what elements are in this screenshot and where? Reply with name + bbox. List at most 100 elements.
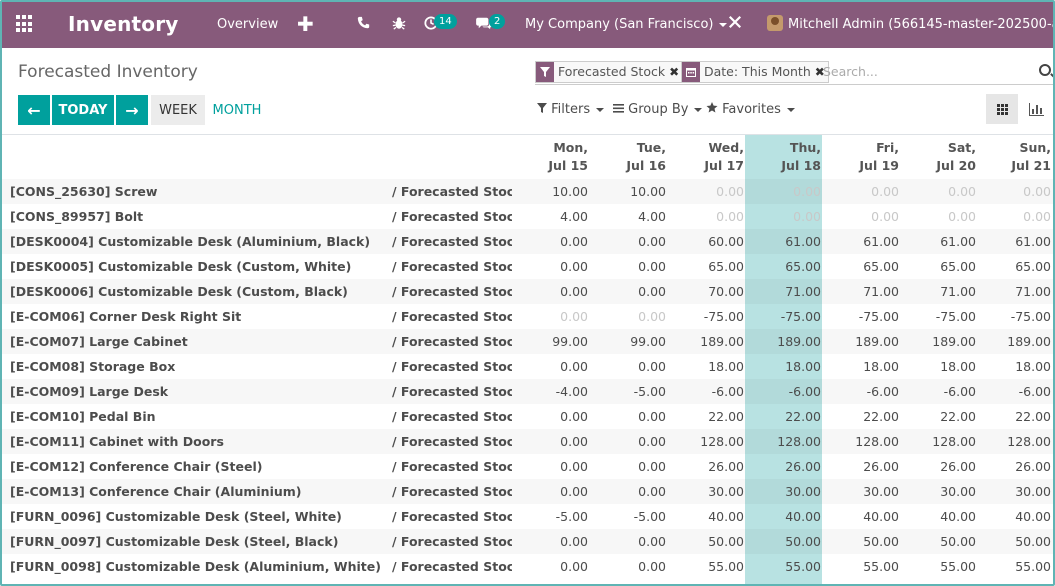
forecast-cell[interactable]: 0.00 — [512, 479, 590, 504]
forecast-cell[interactable]: 0.00 — [590, 554, 668, 579]
avatar[interactable] — [767, 15, 783, 31]
forecast-cell[interactable]: 0.00 — [590, 429, 668, 454]
forecast-cell[interactable]: 30.00 — [978, 479, 1053, 504]
forecast-cell[interactable]: 4.00 — [512, 204, 590, 229]
forecast-cell[interactable]: 22.00 — [978, 404, 1053, 429]
forecast-cell[interactable]: 55.00 — [668, 554, 746, 579]
forecast-cell[interactable]: 65.00 — [823, 254, 901, 279]
forecast-cell[interactable]: 99.00 — [512, 329, 590, 354]
forecast-cell[interactable]: 50.00 — [668, 529, 746, 554]
forecast-cell[interactable]: 0.00 — [590, 529, 668, 554]
forecast-cell[interactable]: 0.00 — [978, 179, 1053, 204]
graph-view-button[interactable] — [1020, 94, 1052, 124]
forecast-cell[interactable]: 65.00 — [668, 254, 746, 279]
forecast-cell[interactable]: 55.00 — [978, 554, 1053, 579]
forecast-cell[interactable]: 55.00 — [901, 554, 978, 579]
forecast-cell[interactable]: -6.00 — [668, 379, 746, 404]
forecast-cell[interactable]: -75.00 — [668, 304, 746, 329]
group-by-dropdown[interactable]: Group By — [613, 102, 703, 117]
week-range-button[interactable]: WEEK — [151, 95, 205, 125]
forecast-cell[interactable]: -75.00 — [823, 304, 901, 329]
forecast-cell[interactable]: 50.00 — [746, 529, 823, 554]
forecast-cell[interactable]: 60.00 — [668, 229, 746, 254]
forecast-cell[interactable]: 0.00 — [901, 179, 978, 204]
forecast-cell[interactable]: 0.00 — [590, 254, 668, 279]
forecast-cell[interactable]: 26.00 — [901, 454, 978, 479]
forecast-cell[interactable]: 0.00 — [590, 354, 668, 379]
forecast-cell[interactable]: 30.00 — [668, 479, 746, 504]
forecast-cell[interactable]: 55.00 — [823, 554, 901, 579]
forecast-cell[interactable]: 128.00 — [823, 429, 901, 454]
forecast-cell[interactable]: 0.00 — [590, 479, 668, 504]
forecast-cell[interactable]: 18.00 — [746, 354, 823, 379]
forecast-cell[interactable]: 70.00 — [668, 279, 746, 304]
next-period-button[interactable]: → — [116, 95, 148, 125]
forecast-cell[interactable]: 4.00 — [590, 204, 668, 229]
forecast-cell[interactable]: 30.00 — [823, 479, 901, 504]
forecast-cell[interactable]: 26.00 — [668, 454, 746, 479]
forecast-cell[interactable]: 22.00 — [901, 404, 978, 429]
forecast-cell[interactable]: 22.00 — [746, 404, 823, 429]
forecast-cell[interactable]: 0.00 — [512, 529, 590, 554]
forecast-cell[interactable]: 50.00 — [901, 529, 978, 554]
forecast-cell[interactable]: 18.00 — [823, 354, 901, 379]
forecast-cell[interactable]: 18.00 — [978, 354, 1053, 379]
forecast-cell[interactable]: 40.00 — [746, 504, 823, 529]
forecast-cell[interactable]: 99.00 — [590, 329, 668, 354]
forecast-cell[interactable]: 65.00 — [746, 254, 823, 279]
forecast-cell[interactable]: 128.00 — [978, 429, 1053, 454]
user-menu[interactable]: Mitchell Admin (566145-master-202500-all… — [788, 17, 1053, 32]
forecast-cell[interactable]: 40.00 — [978, 504, 1053, 529]
forecast-cell[interactable]: 50.00 — [978, 529, 1053, 554]
filters-dropdown[interactable]: Filters — [537, 102, 605, 117]
forecast-cell[interactable]: 0.00 — [512, 354, 590, 379]
forecast-cell[interactable]: 189.00 — [901, 329, 978, 354]
forecast-cell[interactable]: 10.00 — [590, 179, 668, 204]
forecast-cell[interactable]: 189.00 — [746, 329, 823, 354]
forecast-cell[interactable]: 61.00 — [823, 229, 901, 254]
forecast-cell[interactable]: 0.00 — [590, 404, 668, 429]
forecast-cell[interactable]: 30.00 — [901, 479, 978, 504]
forecast-cell[interactable]: 40.00 — [823, 504, 901, 529]
forecast-cell[interactable]: 40.00 — [668, 504, 746, 529]
forecast-cell[interactable]: 26.00 — [823, 454, 901, 479]
menu-overview[interactable]: Overview — [217, 17, 278, 32]
forecast-cell[interactable]: 128.00 — [668, 429, 746, 454]
forecast-cell[interactable]: -4.00 — [512, 379, 590, 404]
favorites-dropdown[interactable]: Favorites — [706, 102, 795, 117]
forecast-cell[interactable]: 40.00 — [901, 504, 978, 529]
forecast-cell[interactable]: 65.00 — [978, 254, 1053, 279]
forecast-cell[interactable]: 0.00 — [512, 429, 590, 454]
forecast-cell[interactable]: 71.00 — [901, 279, 978, 304]
search-input[interactable] — [823, 63, 1023, 79]
forecast-cell[interactable]: 22.00 — [823, 404, 901, 429]
forecast-cell[interactable]: 0.00 — [590, 229, 668, 254]
forecast-cell[interactable]: 65.00 — [901, 254, 978, 279]
forecast-cell[interactable]: -6.00 — [746, 379, 823, 404]
forecast-cell[interactable]: -5.00 — [512, 504, 590, 529]
forecast-cell[interactable]: 189.00 — [978, 329, 1053, 354]
today-button[interactable]: TODAY — [52, 95, 114, 125]
add-menu-icon[interactable]: ✚ — [297, 12, 314, 36]
apps-menu-icon[interactable] — [16, 15, 34, 33]
forecast-cell[interactable]: 71.00 — [823, 279, 901, 304]
forecast-cell[interactable]: -75.00 — [746, 304, 823, 329]
forecast-cell[interactable]: -6.00 — [823, 379, 901, 404]
forecast-cell[interactable]: 0.00 — [823, 204, 901, 229]
forecast-cell[interactable]: -75.00 — [978, 304, 1053, 329]
forecast-cell[interactable]: 0.00 — [746, 204, 823, 229]
forecast-cell[interactable]: 55.00 — [746, 554, 823, 579]
month-range-button[interactable]: MONTH — [209, 95, 265, 125]
search-icon[interactable] — [1039, 64, 1051, 76]
company-switcher[interactable]: My Company (San Francisco) — [525, 17, 728, 32]
forecast-cell[interactable]: 61.00 — [746, 229, 823, 254]
forecast-cell[interactable]: 0.00 — [512, 404, 590, 429]
forecast-cell[interactable]: -6.00 — [901, 379, 978, 404]
app-title[interactable]: Inventory — [68, 12, 179, 36]
forecast-cell[interactable]: 0.00 — [823, 179, 901, 204]
forecast-cell[interactable]: 0.00 — [512, 554, 590, 579]
forecast-cell[interactable]: 22.00 — [668, 404, 746, 429]
debug-tools-icon[interactable] — [728, 14, 742, 33]
forecast-cell[interactable]: 26.00 — [978, 454, 1053, 479]
forecast-cell[interactable]: 50.00 — [823, 529, 901, 554]
